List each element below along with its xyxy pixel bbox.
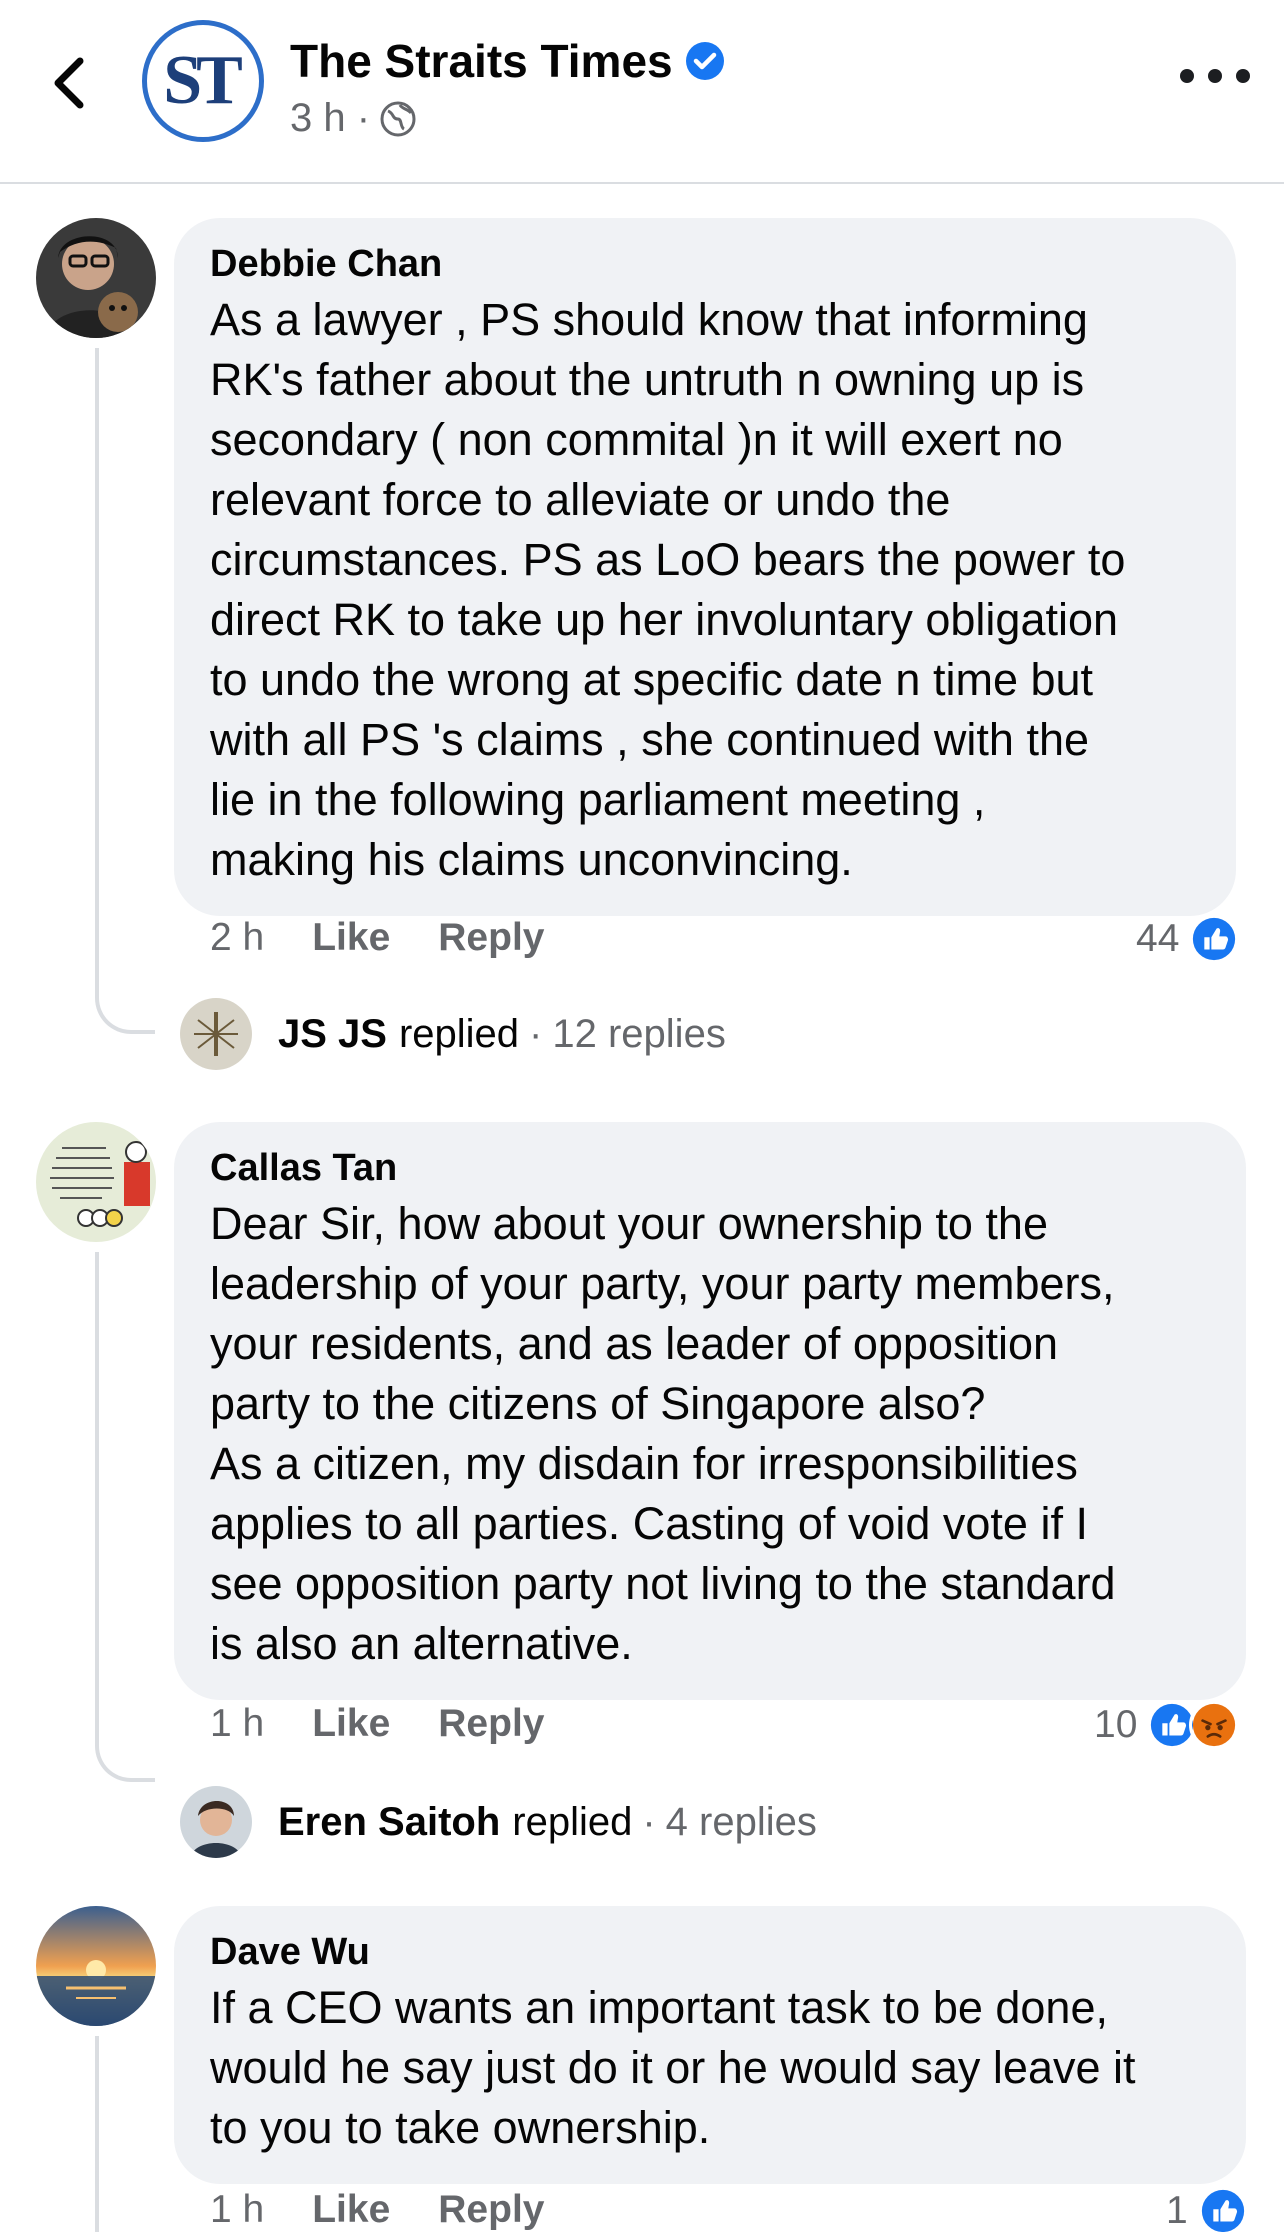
like-reaction-icon	[1197, 2186, 1248, 2232]
comment-bubble[interactable]: Debbie Chan As a lawyer , PS should know…	[174, 218, 1236, 916]
separator-dot: ·	[529, 1011, 543, 1056]
globe-icon	[380, 101, 416, 136]
comment-author[interactable]: Callas Tan	[210, 1142, 1210, 1194]
page-name[interactable]: The Straits Times	[290, 34, 673, 88]
reply-avatar	[180, 998, 252, 1070]
comment-bubble[interactable]: Dave Wu If a CEO wants an important task…	[174, 1906, 1246, 2184]
verified-badge-icon	[685, 42, 724, 80]
thread-line	[95, 1252, 99, 1746]
reaction-count: 10	[1094, 1703, 1138, 1746]
comment-actions: 2 h Like Reply	[210, 916, 544, 960]
comment-time[interactable]: 1 h	[210, 2188, 264, 2232]
replies-count: 4 replies	[665, 1799, 817, 1844]
reaction-summary[interactable]: 1	[1166, 2186, 1248, 2232]
thread-line	[95, 2036, 99, 2232]
comment-text: Dear Sir, how about your ownership to th…	[210, 1198, 1116, 1669]
avatar[interactable]	[36, 218, 156, 338]
comment-time[interactable]: 2 h	[210, 916, 264, 960]
post-time: 3 h ·	[290, 96, 371, 140]
reply-button[interactable]: Reply	[438, 916, 544, 960]
reaction-count: 44	[1136, 917, 1180, 960]
comment-author[interactable]: Debbie Chan	[210, 238, 1200, 290]
comment-bubble[interactable]: Callas Tan Dear Sir, how about your owne…	[174, 1122, 1246, 1700]
replied-label: replied	[398, 1011, 520, 1056]
reply-button[interactable]: Reply	[438, 1702, 544, 1746]
post-header: ST The Straits Times 3 h ·	[0, 0, 1284, 184]
reaction-summary[interactable]: 44	[1136, 914, 1240, 964]
page-avatar[interactable]: ST	[142, 20, 264, 142]
thread-curve	[95, 1746, 155, 1782]
comment-actions: 1 h Like Reply	[210, 2188, 544, 2232]
angry-reaction-icon	[1189, 1700, 1240, 1750]
like-button[interactable]: Like	[312, 1702, 390, 1746]
back-button[interactable]	[40, 48, 100, 118]
like-reaction-icon	[1189, 914, 1240, 964]
replied-label: replied	[512, 1799, 633, 1844]
like-button[interactable]: Like	[312, 916, 390, 960]
logo-text: ST	[163, 42, 243, 119]
comment-text: As a lawyer , PS should know that inform…	[210, 294, 1126, 885]
thread-line	[95, 348, 99, 998]
more-options-button[interactable]	[1180, 56, 1250, 96]
avatar[interactable]	[36, 1906, 156, 2026]
thread-curve	[95, 998, 155, 1034]
more-icon	[1180, 69, 1194, 83]
reaction-count: 1	[1166, 2189, 1188, 2232]
replies-link[interactable]: Eren Saitoh replied · 4 replies	[180, 1786, 817, 1858]
replies-link[interactable]: JS JS replied · 12 replies	[180, 998, 726, 1070]
reply-avatar	[180, 1786, 252, 1858]
replies-count: 12 replies	[552, 1011, 726, 1056]
comment-text: If a CEO wants an important task to be d…	[210, 1982, 1136, 2153]
comment-actions: 1 h Like Reply	[210, 1702, 544, 1746]
separator-dot: ·	[642, 1799, 656, 1844]
like-button[interactable]: Like	[312, 2188, 390, 2232]
replier-name: Eren Saitoh	[278, 1799, 501, 1844]
reply-button[interactable]: Reply	[438, 2188, 544, 2232]
comment-author[interactable]: Dave Wu	[210, 1926, 1210, 1978]
replier-name: JS JS	[278, 1011, 387, 1056]
chevron-left-icon	[54, 57, 84, 109]
reaction-summary[interactable]: 10	[1094, 1700, 1240, 1750]
comment-time[interactable]: 1 h	[210, 1702, 264, 1746]
avatar[interactable]	[36, 1122, 156, 1242]
